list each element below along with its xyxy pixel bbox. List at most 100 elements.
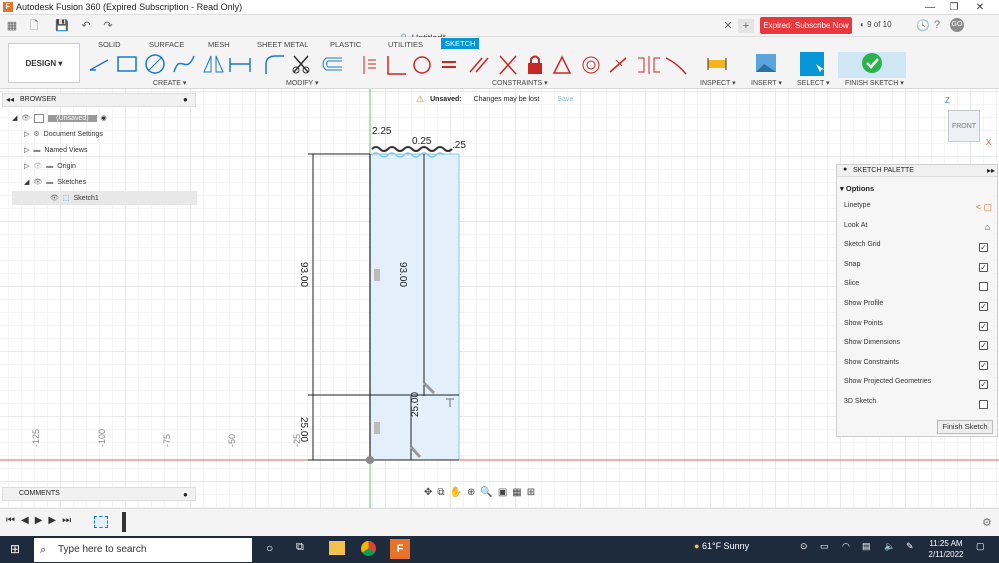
palette-row-look-at[interactable]: Look At ⌂ <box>844 222 992 236</box>
expand-icon[interactable]: ▷ <box>24 130 29 138</box>
expand-icon[interactable]: ◢ <box>12 114 17 122</box>
mirror-tool-icon[interactable] <box>203 55 224 73</box>
curvature-constraint-icon[interactable] <box>665 57 687 75</box>
measure-tool-icon[interactable] <box>707 58 727 70</box>
taskbar-search-input[interactable]: ⌕ Type here to search <box>34 538 252 562</box>
weather-widget[interactable]: ● 61°F Sunny <box>694 541 749 551</box>
expand-icon[interactable]: ▷ <box>24 162 29 170</box>
perpendicular-constraint-icon[interactable] <box>387 56 406 75</box>
save-icon[interactable]: 💾 <box>54 19 70 33</box>
concentric-constraint-icon[interactable] <box>582 56 600 74</box>
look-at-icon[interactable]: ⧉ <box>437 487 444 501</box>
palette-row-linetype[interactable]: Linetype < ▢ <box>844 202 992 216</box>
tab-sketch[interactable]: SKETCH <box>441 38 480 49</box>
go-to-end-icon[interactable]: ⏭ <box>62 515 71 526</box>
palette-row-show-constraints[interactable]: Show Constraints ✓ <box>844 359 992 373</box>
finish-sketch-icon[interactable] <box>838 52 906 78</box>
insert-menu[interactable]: INSERT ▾ <box>751 79 782 87</box>
dimension-tool-icon[interactable] <box>229 58 251 72</box>
save-link[interactable]: Save <box>557 96 573 103</box>
user-avatar[interactable]: GO <box>950 18 964 32</box>
checkbox-checked[interactable]: ✓ <box>979 380 988 390</box>
workspace-switcher[interactable]: DESIGN ▾ <box>8 43 80 83</box>
fillet-tool-icon[interactable] <box>265 55 284 74</box>
coincident-constraint-icon[interactable] <box>363 56 376 74</box>
browser-item-document-settings[interactable]: ▷ ⚙ Document Settings <box>12 127 197 141</box>
step-forward-icon[interactable]: ▶ <box>48 515 56 526</box>
visibility-eye-icon[interactable]: 👁 <box>33 162 42 170</box>
select-tool-icon[interactable] <box>800 52 825 76</box>
redo-icon[interactable]: ↷ <box>100 19 116 33</box>
people-icon[interactable]: ⊙ <box>800 541 808 552</box>
viewcube[interactable]: Z FRONT X <box>942 96 998 148</box>
minimize-button[interactable]: — <box>920 1 940 14</box>
zoom-window-icon[interactable]: ⊕ <box>467 487 475 501</box>
viewports-icon[interactable]: ⊞ <box>527 487 535 501</box>
offset-tool-icon[interactable] <box>322 57 342 71</box>
notifications-center-icon[interactable]: ▢ <box>976 541 985 552</box>
job-status[interactable]: ◐ 9 of 10 <box>860 20 892 29</box>
constraints-menu[interactable]: CONSTRAINTS ▾ <box>492 79 548 87</box>
visibility-eye-icon[interactable]: 👁 <box>50 194 59 202</box>
tab-sheet-metal[interactable]: SHEET METAL <box>257 40 308 49</box>
checkbox-unchecked[interactable] <box>979 400 988 409</box>
tab-mesh[interactable]: MESH <box>208 40 230 49</box>
visibility-eye-icon[interactable]: 👁 <box>21 114 30 122</box>
maximize-button[interactable]: ❐ <box>944 1 964 14</box>
task-view-icon[interactable]: ⧉ <box>296 541 304 554</box>
checkbox-checked[interactable]: ✓ <box>979 243 988 253</box>
active-radio-icon[interactable]: ◉ <box>101 114 107 122</box>
checkbox-checked[interactable]: ✓ <box>979 321 988 331</box>
browser-item-sketches[interactable]: ◢ 👁 ▬ Sketches <box>12 175 197 189</box>
comments-panel[interactable]: COMMENTS ● <box>2 487 196 501</box>
construction-linetype-icon[interactable]: < ▢ <box>976 202 992 213</box>
circle-tool-icon[interactable] <box>145 54 165 74</box>
file-menu-icon[interactable]: 🗋 <box>26 19 42 33</box>
insert-image-icon[interactable] <box>756 54 776 72</box>
pen-icon[interactable]: ✎ <box>906 541 914 552</box>
equal-constraint-icon[interactable] <box>442 61 456 68</box>
taskbar-clock[interactable]: 11:25 AM 2/11/2022 <box>924 538 968 560</box>
step-back-icon[interactable]: ◀ <box>21 515 29 526</box>
checkbox-checked[interactable]: ✓ <box>979 341 988 351</box>
browser-options-icon[interactable]: ● <box>183 95 188 104</box>
network-icon[interactable]: ▤ <box>862 541 871 552</box>
dimension-height-inner[interactable]: 93.00 <box>397 262 408 287</box>
inspect-menu[interactable]: INSPECT ▾ <box>700 79 736 87</box>
tab-plastic[interactable]: PLASTIC <box>330 40 361 49</box>
dimension-width-small[interactable]: .25 <box>452 140 466 151</box>
checkbox-checked[interactable]: ✓ <box>979 360 988 370</box>
midpoint-constraint-icon[interactable] <box>609 57 627 73</box>
timeline-settings-icon[interactable]: ⚙ <box>982 516 992 529</box>
orbit-icon[interactable]: ✥ <box>424 487 432 501</box>
parallel-constraint-icon[interactable] <box>469 57 489 73</box>
chrome-icon[interactable] <box>361 541 376 556</box>
dimension-top[interactable]: 2.25 <box>372 126 391 137</box>
browser-root[interactable]: ◢ 👁 (Unsaved) ◉ <box>12 111 197 125</box>
volume-icon[interactable]: 🔈 <box>884 541 895 552</box>
close-tab-icon[interactable]: ✕ <box>720 19 736 33</box>
browser-panel-header[interactable]: ◂◂ BROWSER ● <box>2 93 196 107</box>
browser-item-sketch1[interactable]: 👁 ⬚ Sketch1 <box>12 191 197 205</box>
viewcube-face[interactable]: FRONT <box>948 110 980 142</box>
close-button[interactable]: ✕ <box>970 1 990 14</box>
triangle-constraint-icon[interactable] <box>552 55 572 74</box>
rectangle-tool-icon[interactable] <box>117 56 137 72</box>
timeline-sketch-item[interactable] <box>94 516 108 528</box>
grid-settings-icon[interactable]: ▦ <box>512 487 521 501</box>
tab-surface[interactable]: SURFACE <box>149 40 184 49</box>
undo-icon[interactable]: ↶ <box>78 19 94 33</box>
modify-menu[interactable]: MODIFY ▾ <box>286 79 319 87</box>
dimension-height-left[interactable]: 93.00 <box>298 262 309 287</box>
help-icon[interactable]: ? <box>934 19 940 31</box>
line-tool-icon[interactable] <box>89 59 109 71</box>
fix-constraint-icon[interactable] <box>528 55 542 75</box>
checkbox-checked[interactable]: ✓ <box>979 302 988 311</box>
palette-row-snap[interactable]: Snap ✓ <box>844 261 992 275</box>
collapse-browser-icon[interactable]: ◂◂ <box>6 95 14 104</box>
palette-row-show-dimensions[interactable]: Show Dimensions ✓ <box>844 339 992 353</box>
notifications-icon[interactable]: 🕓 <box>916 19 930 32</box>
tab-utilities[interactable]: UTILITIES <box>388 40 423 49</box>
spline-tool-icon[interactable] <box>173 55 195 73</box>
palette-row-3d-sketch[interactable]: 3D Sketch <box>844 398 992 412</box>
